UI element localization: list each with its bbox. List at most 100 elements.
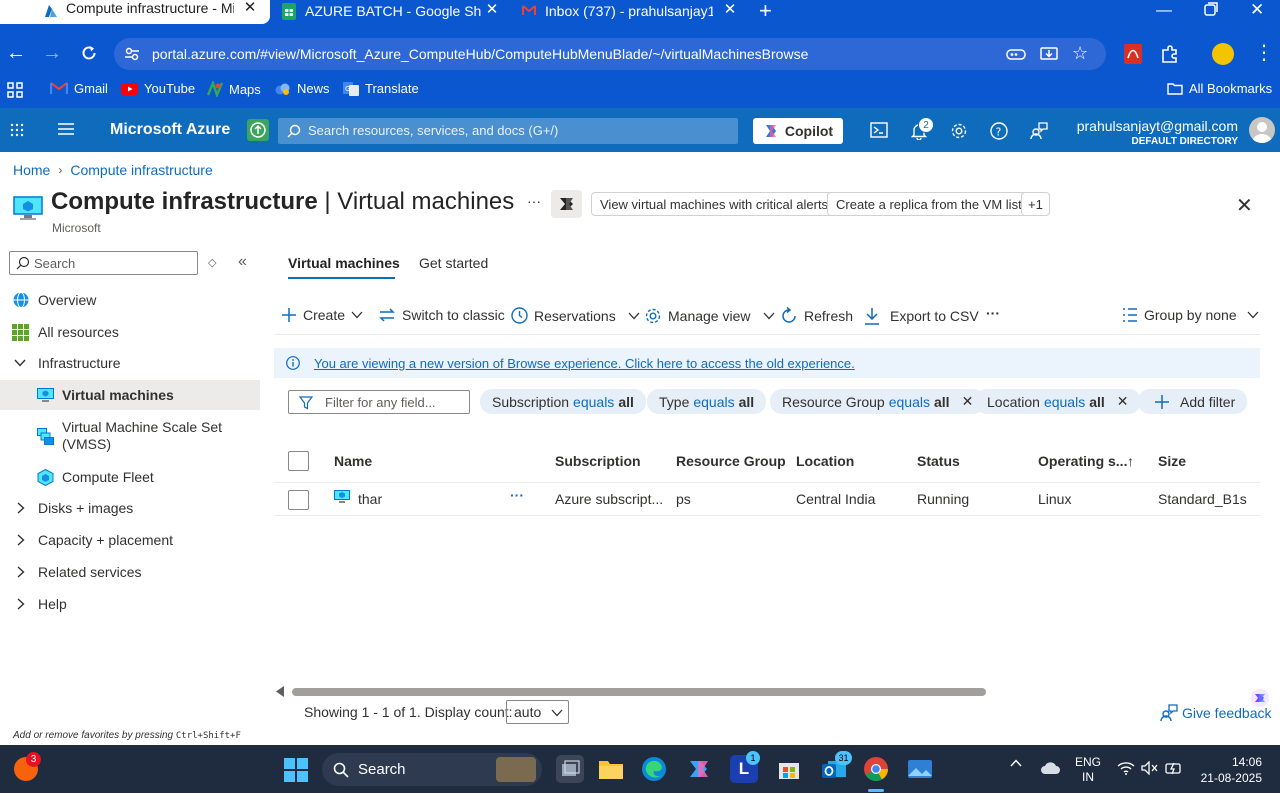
close-tab-icon[interactable]: ✕ bbox=[242, 0, 258, 16]
upgrade-icon[interactable] bbox=[247, 119, 269, 141]
manage-view-button[interactable]: Manage view bbox=[644, 307, 775, 325]
group-by-button[interactable]: Group by none bbox=[1122, 307, 1259, 323]
column-header-location[interactable]: Location bbox=[796, 453, 854, 469]
photos-icon[interactable] bbox=[906, 755, 934, 783]
help-question-icon[interactable]: ? bbox=[990, 122, 1008, 140]
profile-avatar[interactable] bbox=[1212, 43, 1234, 65]
nav-group-related-services[interactable]: Related services bbox=[0, 562, 260, 582]
file-explorer-icon[interactable] bbox=[597, 755, 625, 783]
breadcrumb-home[interactable]: Home bbox=[13, 162, 50, 178]
scroll-left-icon[interactable] bbox=[276, 686, 285, 697]
user-avatar[interactable] bbox=[1249, 117, 1275, 143]
nav-item-virtual-machines[interactable]: Virtual machines bbox=[0, 380, 260, 410]
close-tab-icon[interactable]: ✕ bbox=[722, 2, 738, 18]
close-window-icon[interactable]: ✕ bbox=[1250, 0, 1264, 20]
portal-menu-icon[interactable] bbox=[58, 123, 74, 135]
pdf-extension-icon[interactable] bbox=[1124, 44, 1142, 64]
password-key-icon[interactable] bbox=[1006, 46, 1026, 62]
wifi-icon[interactable] bbox=[1117, 761, 1135, 775]
more-commands-button[interactable]: ··· bbox=[986, 305, 1000, 321]
close-tab-icon[interactable]: ✕ bbox=[484, 2, 500, 18]
refresh-button[interactable]: Refresh bbox=[780, 307, 853, 325]
back-arrow-icon[interactable]: ← bbox=[6, 43, 26, 63]
tab-get-started[interactable]: Get started bbox=[419, 255, 488, 271]
edge-browser-icon[interactable] bbox=[640, 755, 668, 783]
filter-input[interactable]: Filter for any field... bbox=[288, 390, 470, 414]
column-header-name[interactable]: Name bbox=[334, 453, 372, 469]
nav-expand-toggle-icon[interactable]: ◇ bbox=[208, 256, 216, 269]
chevron-up-icon[interactable] bbox=[1010, 759, 1022, 767]
export-csv-button[interactable]: Export to CSV bbox=[864, 307, 979, 325]
apps-grid-icon[interactable] bbox=[7, 82, 23, 98]
nav-item-all-resources[interactable]: All resources bbox=[0, 322, 260, 342]
remove-filter-icon[interactable]: ✕ bbox=[962, 393, 974, 410]
nav-group-infrastructure[interactable]: Infrastructure bbox=[0, 353, 260, 373]
row-more-button[interactable]: ··· bbox=[510, 487, 524, 503]
cloud-shell-icon[interactable] bbox=[870, 122, 888, 138]
extensions-puzzle-icon[interactable] bbox=[1160, 44, 1180, 64]
install-app-icon[interactable] bbox=[1040, 45, 1058, 63]
nav-group-capacity-placement[interactable]: Capacity + placement bbox=[0, 530, 260, 550]
task-view-icon[interactable] bbox=[556, 755, 584, 783]
old-experience-link[interactable]: You are viewing a new version of Browse … bbox=[314, 356, 855, 371]
battery-charging-icon[interactable] bbox=[1165, 760, 1183, 776]
filter-chip-type[interactable]: Type equals all bbox=[647, 389, 767, 414]
bookmark-news[interactable]: News bbox=[275, 81, 330, 96]
chrome-icon[interactable] bbox=[862, 755, 890, 783]
forward-arrow-icon[interactable]: → bbox=[42, 43, 62, 63]
windows-start-icon[interactable] bbox=[284, 758, 308, 782]
nav-group-disks-images[interactable]: Disks + images bbox=[0, 498, 260, 518]
filter-chip-location[interactable]: Location equals all ✕ bbox=[975, 389, 1141, 414]
add-filter-button[interactable]: Add filter bbox=[1138, 389, 1248, 414]
resource-group-link[interactable]: ps bbox=[676, 491, 691, 507]
column-header-subscription[interactable]: Subscription bbox=[555, 453, 641, 469]
reload-icon[interactable] bbox=[80, 44, 98, 62]
filter-chip-resource-group[interactable]: Resource Group equals all ✕ bbox=[770, 389, 986, 414]
column-header-status[interactable]: Status bbox=[917, 453, 960, 469]
tab-compute-infrastructure[interactable]: Compute infrastructure - Micro ✕ bbox=[0, 0, 270, 24]
account-email[interactable]: prahulsanjayt@gmail.com bbox=[1077, 118, 1238, 134]
nav-item-compute-fleet[interactable]: Compute Fleet bbox=[0, 467, 260, 487]
nav-item-vmss[interactable]: Virtual Machine Scale Set (VMSS) bbox=[0, 418, 260, 454]
row-checkbox[interactable] bbox=[288, 490, 309, 510]
copilot-floating-icon[interactable] bbox=[1250, 688, 1270, 708]
site-info-icon[interactable] bbox=[124, 46, 140, 62]
close-blade-icon[interactable]: ✕ bbox=[1236, 193, 1253, 218]
select-all-checkbox[interactable] bbox=[288, 451, 309, 471]
display-count-select[interactable]: auto bbox=[506, 700, 569, 724]
breadcrumb-compute-infrastructure[interactable]: Compute infrastructure bbox=[70, 162, 212, 178]
restore-icon[interactable] bbox=[1204, 2, 1218, 16]
app-launcher-icon[interactable] bbox=[10, 123, 24, 137]
nav-search-input[interactable]: Search bbox=[9, 251, 198, 275]
column-header-size[interactable]: Size bbox=[1158, 453, 1186, 469]
bookmark-gmail[interactable]: Gmail bbox=[50, 81, 108, 96]
tab-azure-batch-sheets[interactable]: AZURE BATCH - Google Sheets ✕ bbox=[280, 0, 500, 24]
horizontal-scrollbar[interactable] bbox=[292, 688, 986, 696]
reservations-button[interactable]: Reservations bbox=[511, 307, 640, 324]
clock-time[interactable]: 14:06 bbox=[1196, 755, 1262, 769]
vm-name-link[interactable]: thar bbox=[358, 491, 382, 507]
nav-group-help[interactable]: Help bbox=[0, 594, 260, 614]
store-icon[interactable] bbox=[775, 755, 803, 783]
all-bookmarks[interactable]: All Bookmarks bbox=[1167, 81, 1272, 96]
switch-to-classic-button[interactable]: Switch to classic bbox=[378, 307, 505, 323]
copilot-suggestions-icon[interactable] bbox=[551, 190, 582, 218]
input-language[interactable]: ENG bbox=[1075, 755, 1101, 769]
new-tab-icon[interactable]: + bbox=[759, 0, 772, 22]
weather-cloud-icon[interactable] bbox=[1040, 761, 1060, 775]
copilot-button[interactable]: Copilot bbox=[753, 118, 843, 144]
tab-virtual-machines[interactable]: Virtual machines bbox=[288, 255, 400, 271]
page-more-button[interactable]: ··· bbox=[527, 193, 541, 209]
settings-gear-icon[interactable] bbox=[950, 122, 968, 140]
remove-filter-icon[interactable]: ✕ bbox=[1117, 393, 1129, 410]
address-bar[interactable]: portal.azure.com/#view/Microsoft_Azure_C… bbox=[114, 38, 1106, 70]
pill-more-suggestions[interactable]: +1 bbox=[1021, 192, 1050, 216]
taskbar-search[interactable]: Search bbox=[322, 753, 542, 786]
column-header-resource-group[interactable]: Resource Group bbox=[676, 453, 786, 469]
collapse-nav-icon[interactable]: « bbox=[238, 253, 247, 271]
subscription-link[interactable]: Azure subscript... bbox=[555, 491, 663, 507]
pill-critical-alerts[interactable]: View virtual machines with critical aler… bbox=[591, 192, 838, 216]
feedback-person-icon[interactable] bbox=[1030, 122, 1048, 140]
copilot-app-icon[interactable] bbox=[685, 755, 713, 783]
azure-search-input[interactable]: Search resources, services, and docs (G+… bbox=[278, 118, 738, 144]
